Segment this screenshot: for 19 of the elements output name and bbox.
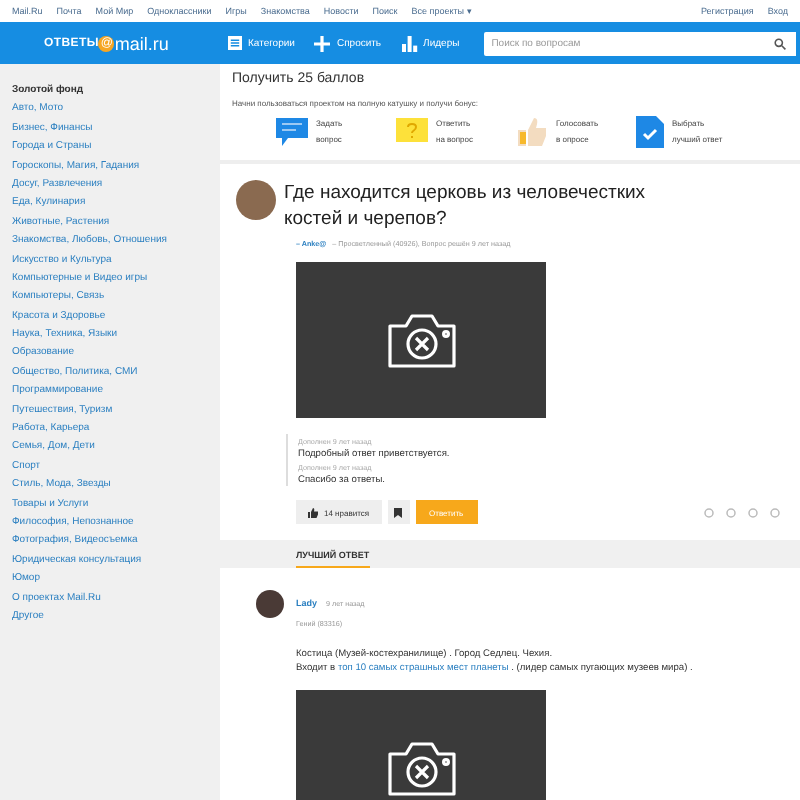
avatar	[256, 590, 284, 618]
share-icon[interactable]	[726, 507, 736, 517]
thumbs-up-icon	[308, 507, 318, 517]
bar-chart-icon	[401, 35, 418, 51]
bookmark-button[interactable]	[387, 500, 410, 524]
share-icon[interactable]	[704, 507, 714, 517]
thumbs-up-icon	[516, 118, 548, 146]
logo-text: mail.ru	[114, 33, 169, 53]
list-icon	[228, 36, 242, 50]
checkmark-card-icon	[636, 116, 664, 148]
avatar	[236, 180, 276, 220]
bookmark-icon	[394, 507, 403, 517]
plus-icon	[314, 35, 331, 51]
speech-bubble-icon	[276, 118, 308, 146]
share-icon[interactable]	[770, 507, 780, 517]
share-icon[interactable]	[748, 507, 758, 517]
search-icon	[773, 37, 786, 49]
question-note-icon	[396, 118, 428, 146]
question-title: Где находится церковь из человечестких костей и черепов?	[284, 180, 648, 232]
